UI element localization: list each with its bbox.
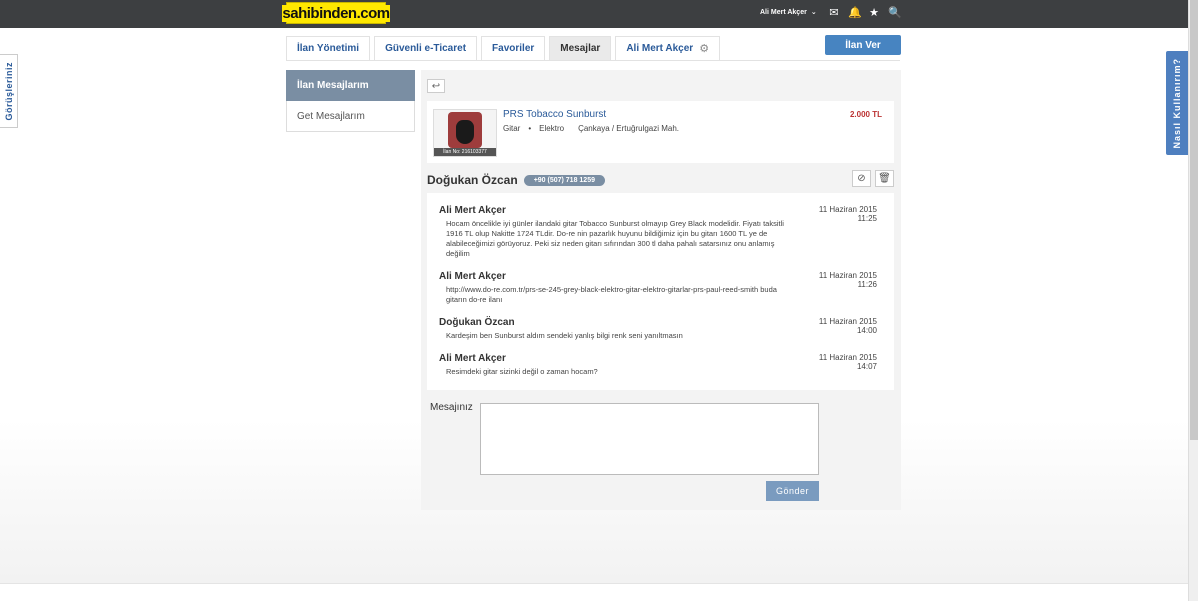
listing-meta: Gitar • Elektro Çankaya / Ertuğrulgazi M… xyxy=(503,124,679,133)
site-logo[interactable]: sahibinden.com xyxy=(282,2,390,24)
scrollbar[interactable] xyxy=(1188,0,1198,601)
listing-card[interactable]: İlan No: 216103377 PRS Tobacco Sunburst … xyxy=(427,101,894,163)
send-button[interactable]: Gönder xyxy=(766,481,819,501)
listing-price: 2.000 TL xyxy=(849,110,882,119)
message-item: Ali Mert Akçer Resimdeki gitar sizinki d… xyxy=(439,353,877,376)
user-menu[interactable]: Ali Mert Akçer ⌄ xyxy=(760,8,817,17)
conversation-header: Doğukan Özcan +90 (507) 718 1259 xyxy=(427,173,605,187)
tab-ilan-yonetimi[interactable]: İlan Yönetimi xyxy=(286,36,371,60)
mail-icon[interactable]: ✉ xyxy=(828,6,840,20)
star-icon[interactable]: ★ xyxy=(868,6,880,20)
search-icon[interactable]: 🔍 xyxy=(888,6,902,20)
top-bar: sahibinden.com Ali Mert Akçer ⌄ ✉ 🔔 ★ 🔍 xyxy=(0,0,1188,28)
report-button[interactable]: ⊘ xyxy=(852,170,871,187)
tab-mesajlar[interactable]: Mesajlar xyxy=(549,36,612,60)
ilan-ver-button[interactable]: İlan Ver xyxy=(825,35,901,55)
message-list: Ali Mert Akçer Hocam öncelikle iyi günle… xyxy=(427,193,894,390)
tab-divider xyxy=(286,60,900,61)
conversation-actions: ⊘ 🗑 xyxy=(852,170,894,187)
gear-icon: ⚙ xyxy=(699,43,710,55)
contact-name: Doğukan Özcan xyxy=(427,173,518,187)
tab-guvenli-eticaret[interactable]: Güvenli e-Ticaret xyxy=(374,36,478,60)
listing-title[interactable]: PRS Tobacco Sunburst xyxy=(503,109,606,120)
menu-item-get-mesajlarim[interactable]: Get Mesajlarım xyxy=(286,101,415,132)
chevron-down-icon: ⌄ xyxy=(810,9,817,16)
listing-thumbnail[interactable]: İlan No: 216103377 xyxy=(433,109,497,157)
message-item: Ali Mert Akçer http://www.do-re.com.tr/p… xyxy=(439,271,877,304)
delete-button[interactable]: 🗑 xyxy=(875,170,894,187)
tab-account[interactable]: Ali Mert Akçer ⚙ xyxy=(615,36,721,60)
back-button[interactable]: ↩ xyxy=(427,79,445,93)
footer-divider xyxy=(0,583,1188,584)
menu-item-ilan-mesajlarim[interactable]: İlan Mesajlarım xyxy=(286,70,415,101)
top-icons: ✉ 🔔 ★ 🔍 xyxy=(828,6,902,20)
message-item: Doğukan Özcan Kardeşim ben Sunburst aldı… xyxy=(439,317,877,340)
scrollbar-thumb[interactable] xyxy=(1190,0,1198,440)
left-menu: İlan Mesajlarım Get Mesajlarım xyxy=(286,70,415,132)
tab-favoriler[interactable]: Favoriler xyxy=(481,36,546,60)
ilan-no: İlan No: 216103377 xyxy=(434,148,496,156)
back-arrow-icon: ↩ xyxy=(431,80,441,92)
main-tabs: İlan Yönetimi Güvenli e-Ticaret Favorile… xyxy=(286,36,721,60)
reply-label: Mesajınız xyxy=(430,402,473,413)
feedback-tab[interactable]: Görüşleriniz xyxy=(0,54,18,128)
reply-textarea[interactable] xyxy=(480,403,819,475)
help-tab[interactable]: Nasıl Kullanırım? xyxy=(1166,51,1188,155)
message-item: Ali Mert Akçer Hocam öncelikle iyi günle… xyxy=(439,205,877,258)
bell-icon[interactable]: 🔔 xyxy=(848,6,862,20)
guitar-image xyxy=(448,112,482,148)
phone-badge: +90 (507) 718 1259 xyxy=(523,174,605,186)
